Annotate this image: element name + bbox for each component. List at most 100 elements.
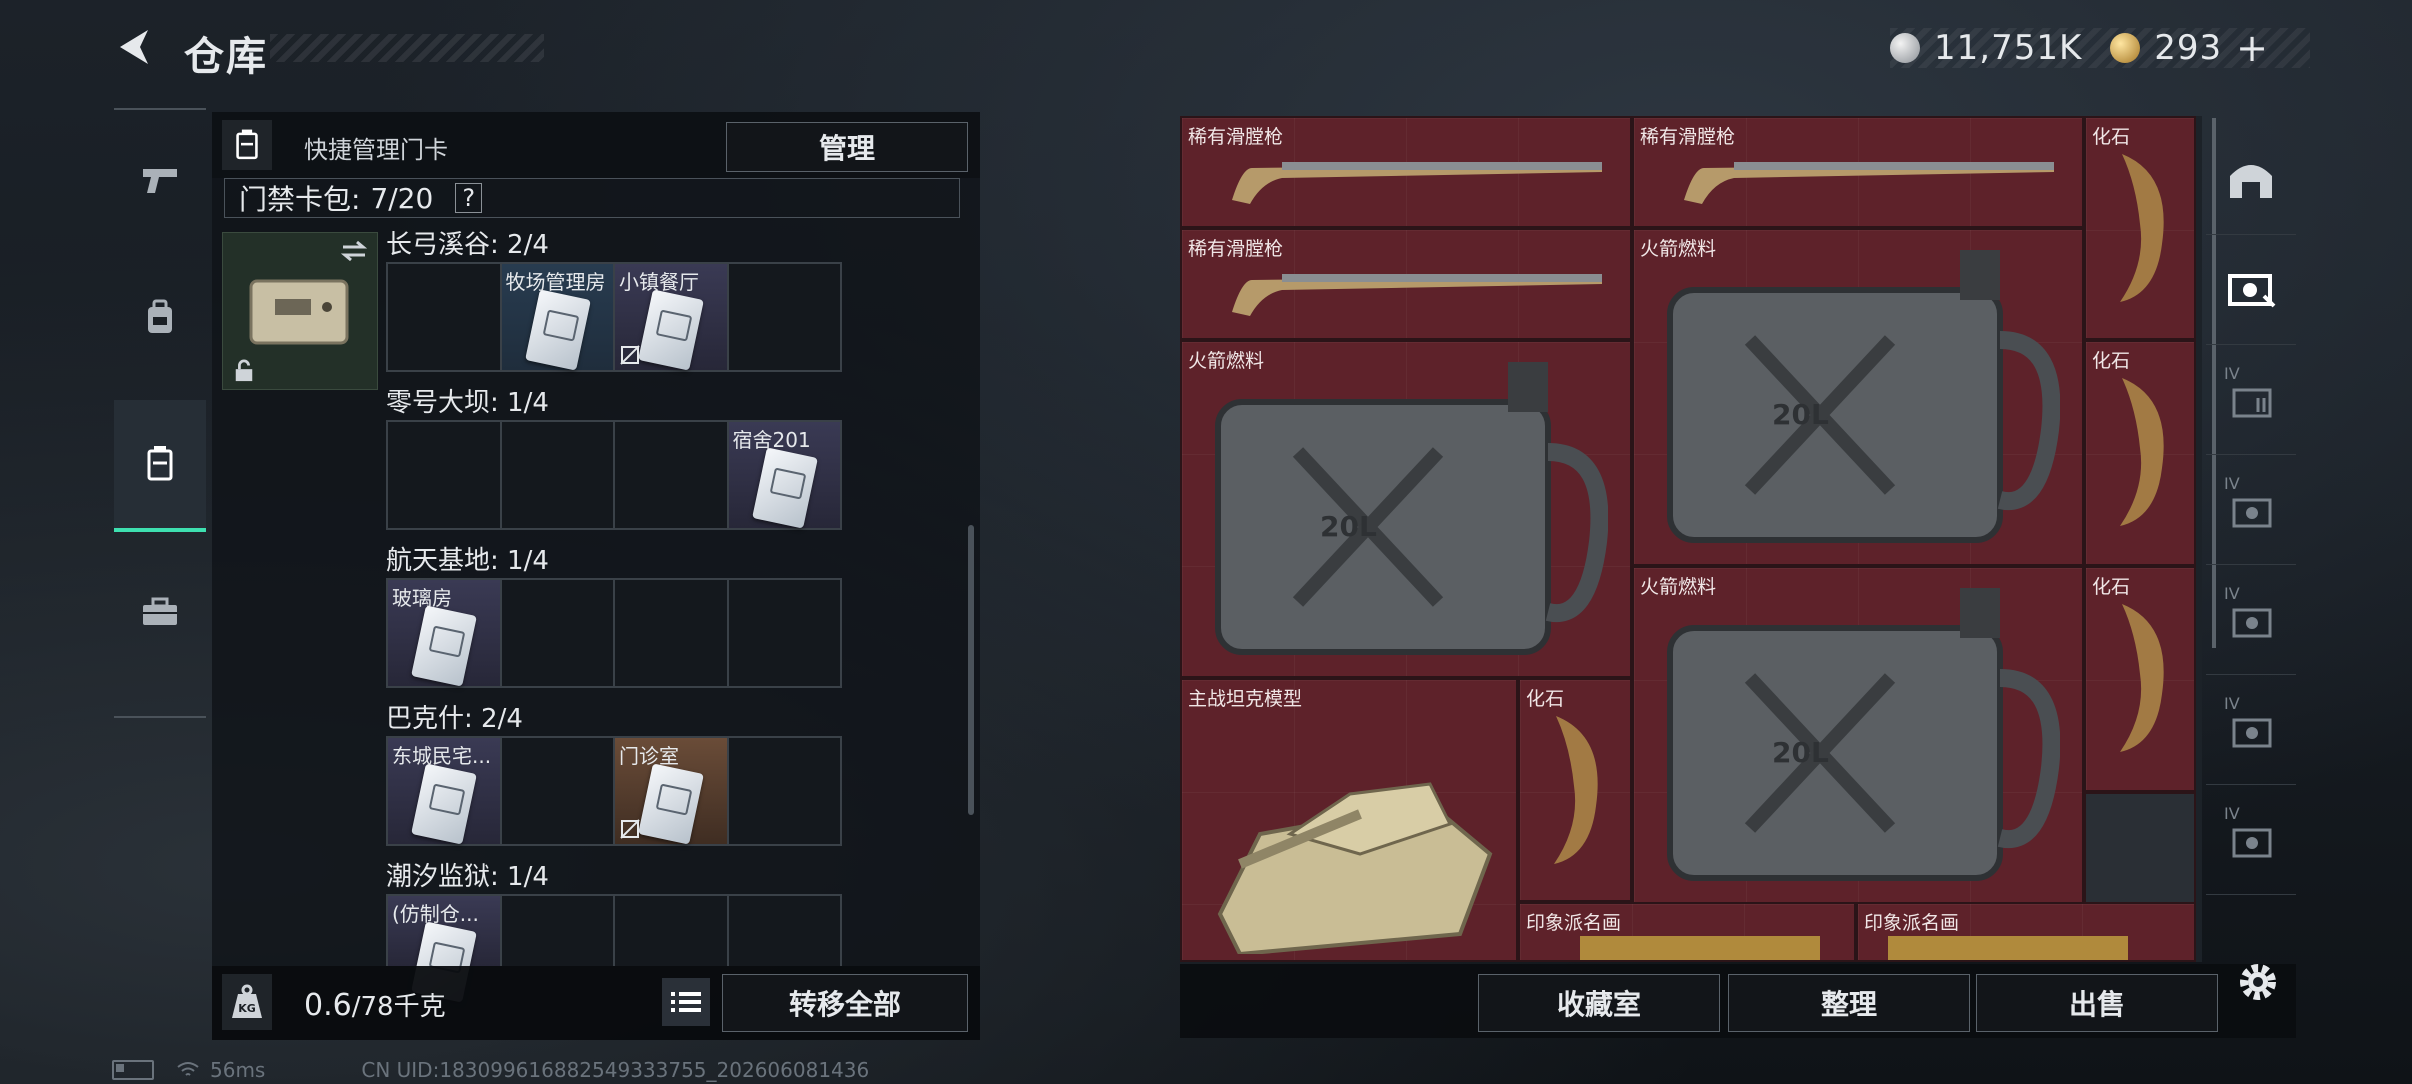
tier-label: IV — [2224, 474, 2240, 493]
title-decoration — [270, 34, 544, 62]
keycard-slot-empty[interactable] — [728, 580, 840, 686]
fuel-can-image — [1667, 588, 2060, 881]
keycard-image — [411, 763, 477, 845]
keycard-slot-empty[interactable] — [501, 580, 615, 686]
fossil-claw-image — [2120, 604, 2164, 752]
keycard-slot[interactable]: 东城民宅... — [388, 738, 502, 845]
stash-item-fossil[interactable]: 化石 — [2084, 566, 2196, 792]
stash-item-painting[interactable]: 印象派名画 — [1856, 902, 2196, 962]
stash-page-tab-4[interactable]: IV — [2206, 564, 2296, 675]
painting-frame-image — [1580, 936, 1820, 960]
nav-gear[interactable] — [114, 254, 206, 382]
uid-readout: CN UID:183099616882549333755_20260608143… — [361, 1058, 870, 1082]
stash-slot-empty[interactable] — [2084, 792, 2196, 904]
list-view-button[interactable] — [662, 978, 710, 1026]
keycard-slot-empty[interactable] — [728, 738, 840, 844]
map-label-bakesh: 巴克什: 2/4 — [386, 704, 523, 734]
sort-button[interactable]: 整理 — [1728, 974, 1970, 1032]
musket-image — [1232, 162, 1602, 204]
keycard-name: 门诊室 — [619, 744, 679, 768]
keycard-slot-empty[interactable] — [615, 580, 729, 686]
keycard-slot[interactable]: 玻璃房 — [388, 580, 502, 687]
no-copy-icon — [620, 819, 640, 839]
silver-amount: 11,751K — [1934, 28, 2083, 68]
page-title: 仓库 — [184, 34, 268, 80]
transfer-all-button[interactable]: 转移全部 — [722, 974, 968, 1032]
stash-item-rocket-fuel[interactable]: 火箭燃料 20L — [1180, 340, 1632, 678]
swap-icon[interactable] — [339, 239, 369, 263]
stash-item-fossil[interactable]: 化石 — [1518, 678, 1632, 902]
gear-icon — [2240, 964, 2276, 1000]
keycard-slot-empty[interactable] — [615, 896, 729, 966]
keycard-grid-tidal-prison: (仿制仓... — [386, 894, 842, 1003]
add-currency-button[interactable]: + — [2236, 26, 2268, 70]
keycard-image — [411, 605, 477, 687]
keycard-slot[interactable]: 牧场管理房 — [501, 264, 615, 371]
keycard-slot[interactable]: 门诊室 — [615, 738, 729, 845]
keycard-grid-bakesh: 东城民宅... 门诊室 — [386, 736, 842, 846]
stash-item-fossil[interactable]: 化石 — [2084, 340, 2196, 566]
wifi-icon — [177, 1062, 199, 1076]
keycard-slot-empty[interactable] — [388, 264, 502, 370]
safehouse-icon — [2230, 165, 2272, 198]
keycard-slot-empty[interactable] — [728, 264, 840, 370]
keycard-name: 牧场管理房 — [505, 270, 606, 294]
back-button[interactable] — [112, 24, 158, 70]
item-name: 稀有滑膛枪 — [1188, 238, 1284, 260]
collection-room-button[interactable]: 收藏室 — [1478, 974, 1720, 1032]
nav-keycards[interactable] — [114, 400, 206, 532]
settings-button[interactable] — [2230, 954, 2286, 1010]
stash-item-painting[interactable]: 印象派名画 — [1518, 902, 1856, 962]
status-bar: 56ms CN UID:183099616882549333755_202606… — [112, 1058, 869, 1082]
keycard-slot-empty[interactable] — [501, 738, 615, 844]
ping-readout: 56ms — [210, 1058, 266, 1082]
manage-button[interactable]: 管理 — [726, 122, 968, 172]
keycard-case-image[interactable] — [222, 232, 378, 390]
svg-text:KG: KG — [238, 1002, 256, 1015]
stash-item-fossil[interactable]: 化石 — [2084, 116, 2196, 340]
keycard-image — [524, 289, 591, 371]
stash-item-musket[interactable]: 稀有滑膛枪 — [1632, 116, 2084, 228]
tier-label: IV — [2224, 804, 2240, 823]
stash-item-musket[interactable]: 稀有滑膛枪 — [1180, 228, 1632, 340]
sell-button[interactable]: 出售 — [1976, 974, 2218, 1032]
weight-total: /78千克 — [351, 992, 446, 1022]
currency-bar: 11,751K 293 + — [1890, 26, 2310, 70]
map-label-tidal-prison: 潮汐监狱: 1/4 — [386, 862, 549, 892]
keycard-slot-empty[interactable] — [728, 896, 840, 966]
item-name: 化石 — [2092, 576, 2131, 598]
stash-home-tab[interactable] — [2206, 124, 2296, 235]
stash-item-rocket-fuel[interactable]: 火箭燃料 20L — [1632, 566, 2084, 904]
backpack-icon — [148, 299, 172, 333]
stash-item-rocket-fuel[interactable]: 火箭燃料 20L — [1632, 228, 2084, 566]
weight-value: 0.6 — [304, 988, 352, 1023]
stash-page-tab-1[interactable] — [2206, 234, 2296, 345]
no-copy-icon — [620, 345, 640, 365]
keycard-image — [638, 289, 704, 371]
keycard-slot-empty[interactable] — [615, 422, 729, 528]
stash-page-tab-6[interactable]: IV — [2206, 784, 2296, 895]
keycard-scrollbar[interactable] — [968, 525, 974, 815]
keycard-slot[interactable]: (仿制仓... — [388, 896, 502, 1003]
fossil-claw-image — [2120, 154, 2164, 302]
keycard-slot-empty[interactable] — [501, 422, 615, 528]
lock-icon — [235, 359, 253, 382]
stash-page-tab-2[interactable]: IV — [2206, 344, 2296, 455]
stash-page-tab-3[interactable]: IV — [2206, 454, 2296, 565]
stash-page-nav: IV IV IV IV IV — [2206, 116, 2296, 960]
nav-toolbox[interactable] — [114, 548, 206, 676]
keycard-slot-empty[interactable] — [388, 422, 502, 528]
keycard-slot[interactable]: 小镇餐厅 — [615, 264, 729, 371]
stash-page-tab-5[interactable]: IV — [2206, 674, 2296, 785]
help-button[interactable]: ? — [455, 183, 483, 213]
keycard-slot-empty[interactable] — [501, 896, 615, 966]
stash-item-tank-model[interactable]: 主战坦克模型 — [1180, 678, 1518, 962]
category-nav — [114, 108, 206, 718]
keycard-slot[interactable]: 宿舍201 — [728, 422, 840, 529]
list-icon — [671, 992, 701, 1012]
nav-weapons[interactable] — [114, 116, 206, 244]
stash-item-musket[interactable]: 稀有滑膛枪 — [1180, 116, 1632, 228]
tank-model-image — [1217, 782, 1493, 954]
battery-icon — [112, 1060, 154, 1080]
gold-coin-icon — [2110, 33, 2141, 63]
